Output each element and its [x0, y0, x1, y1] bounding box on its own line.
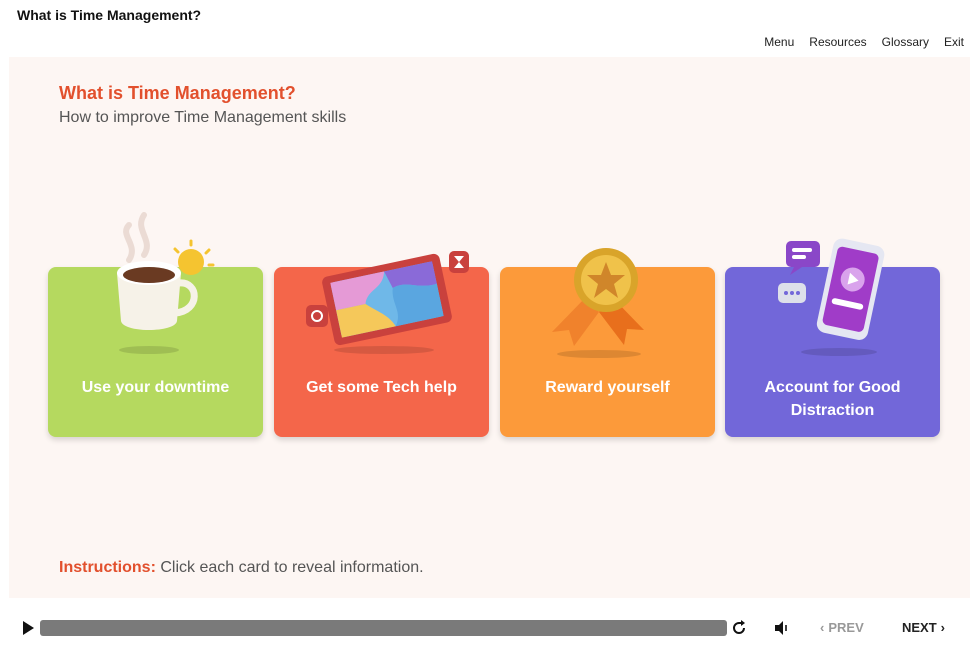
instructions: Instructions: Click each card to reveal … [59, 559, 424, 577]
card-label: Reward yourself [545, 379, 670, 396]
play-icon[interactable] [20, 620, 36, 636]
replay-icon[interactable] [730, 619, 748, 637]
card-label: Use your downtime [81, 379, 230, 396]
slide-area: What is Time Management? How to improve … [9, 57, 970, 598]
slide-title: What is Time Management? [59, 83, 296, 103]
player-bar: ‹ PREV NEXT › [0, 610, 980, 646]
menu-link[interactable]: Menu [764, 35, 794, 49]
prev-label: PREV [828, 620, 864, 635]
coffee-cup-icon [117, 212, 215, 354]
volume-icon[interactable] [773, 619, 791, 637]
next-button[interactable]: NEXT › [902, 620, 945, 635]
card-label-line1: Account for Good [764, 379, 901, 396]
glossary-link[interactable]: Glossary [882, 35, 929, 49]
card-label: Account for Good Distraction [725, 376, 940, 422]
seek-bar[interactable] [40, 620, 727, 636]
card-label: Get some Tech help [306, 379, 457, 396]
phone-chat-icon [778, 238, 885, 356]
tablet-puzzle-icon [306, 251, 469, 354]
instructions-label: Instructions: [59, 559, 156, 576]
chevron-left-icon: ‹ [820, 620, 825, 635]
exit-link[interactable]: Exit [944, 35, 964, 49]
chevron-right-icon: › [940, 620, 946, 635]
prev-button[interactable]: ‹ PREV [820, 620, 864, 635]
course-title: What is Time Management? [17, 7, 202, 23]
top-nav: Menu Resources Glossary Exit [764, 35, 964, 49]
slide-subtitle: How to improve Time Management skills [59, 109, 347, 126]
instructions-text: Click each card to reveal information. [160, 559, 424, 576]
card-label-line2: Distraction [790, 402, 875, 419]
resources-link[interactable]: Resources [809, 35, 866, 49]
next-label: NEXT [902, 620, 937, 635]
medal-icon [552, 248, 644, 358]
